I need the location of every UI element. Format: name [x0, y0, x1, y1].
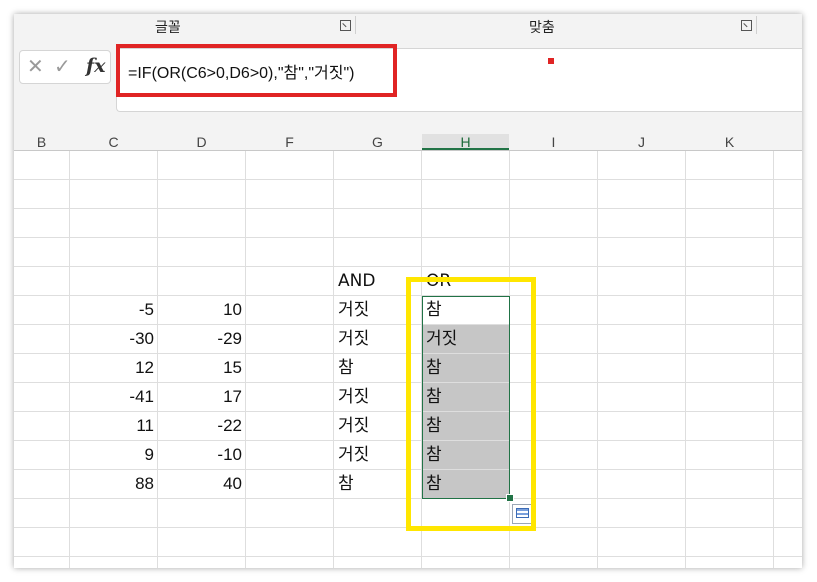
red-marker [548, 58, 554, 64]
insert-function-icon[interactable]: fx [86, 55, 106, 77]
table-cell[interactable]: -29 [158, 325, 245, 353]
ribbon-group-bar: 글꼴 맞춤 [14, 14, 802, 38]
column-header-h[interactable]: H [422, 134, 509, 150]
table-cell[interactable]: -30 [70, 325, 157, 353]
enter-icon[interactable]: ✓ [54, 54, 71, 78]
table-cell[interactable]: -10 [158, 441, 245, 469]
table-cell[interactable]: 12 [70, 354, 157, 382]
table-cell[interactable]: -22 [158, 412, 245, 440]
ribbon-group-alignment-label: 맞춤 [529, 20, 555, 36]
column-header-b[interactable]: B [14, 134, 69, 150]
column-header-f[interactable]: F [246, 134, 333, 150]
column-header-i[interactable]: I [510, 134, 597, 150]
column-header-d[interactable]: D [158, 134, 245, 150]
column-header-row: B C D F G H I J K [14, 134, 802, 151]
table-cell[interactable]: 17 [158, 383, 245, 411]
alignment-dialog-launcher-icon[interactable] [741, 20, 752, 31]
table-cell[interactable]: 11 [70, 412, 157, 440]
table-cell[interactable]: 88 [70, 470, 157, 498]
cancel-icon[interactable]: ✕ [27, 54, 44, 78]
ribbon-group-separator [355, 16, 356, 34]
column-header-g[interactable]: G [334, 134, 421, 150]
ribbon-group-separator [756, 16, 757, 34]
column-header-c[interactable]: C [70, 134, 157, 150]
ribbon-group-font-label: 글꼴 [155, 20, 181, 36]
column-header-j[interactable]: J [598, 134, 685, 150]
table-cell[interactable]: 40 [158, 470, 245, 498]
formula-highlight-box [116, 44, 397, 97]
table-cell[interactable]: 15 [158, 354, 245, 382]
table-cell[interactable]: 9 [70, 441, 157, 469]
font-dialog-launcher-icon[interactable] [340, 20, 351, 31]
formula-buttons: ✕ ✓ fx [19, 50, 111, 84]
table-cell[interactable]: 10 [158, 296, 245, 324]
or-column-highlight-box [406, 277, 536, 531]
excel-window: 글꼴 맞춤 ✕ ✓ fx =IF(OR(C6>0,D6>0),"참","거짓")… [14, 14, 802, 568]
table-cell[interactable]: -41 [70, 383, 157, 411]
table-cell[interactable]: -5 [70, 296, 157, 324]
column-header-k[interactable]: K [686, 134, 773, 150]
